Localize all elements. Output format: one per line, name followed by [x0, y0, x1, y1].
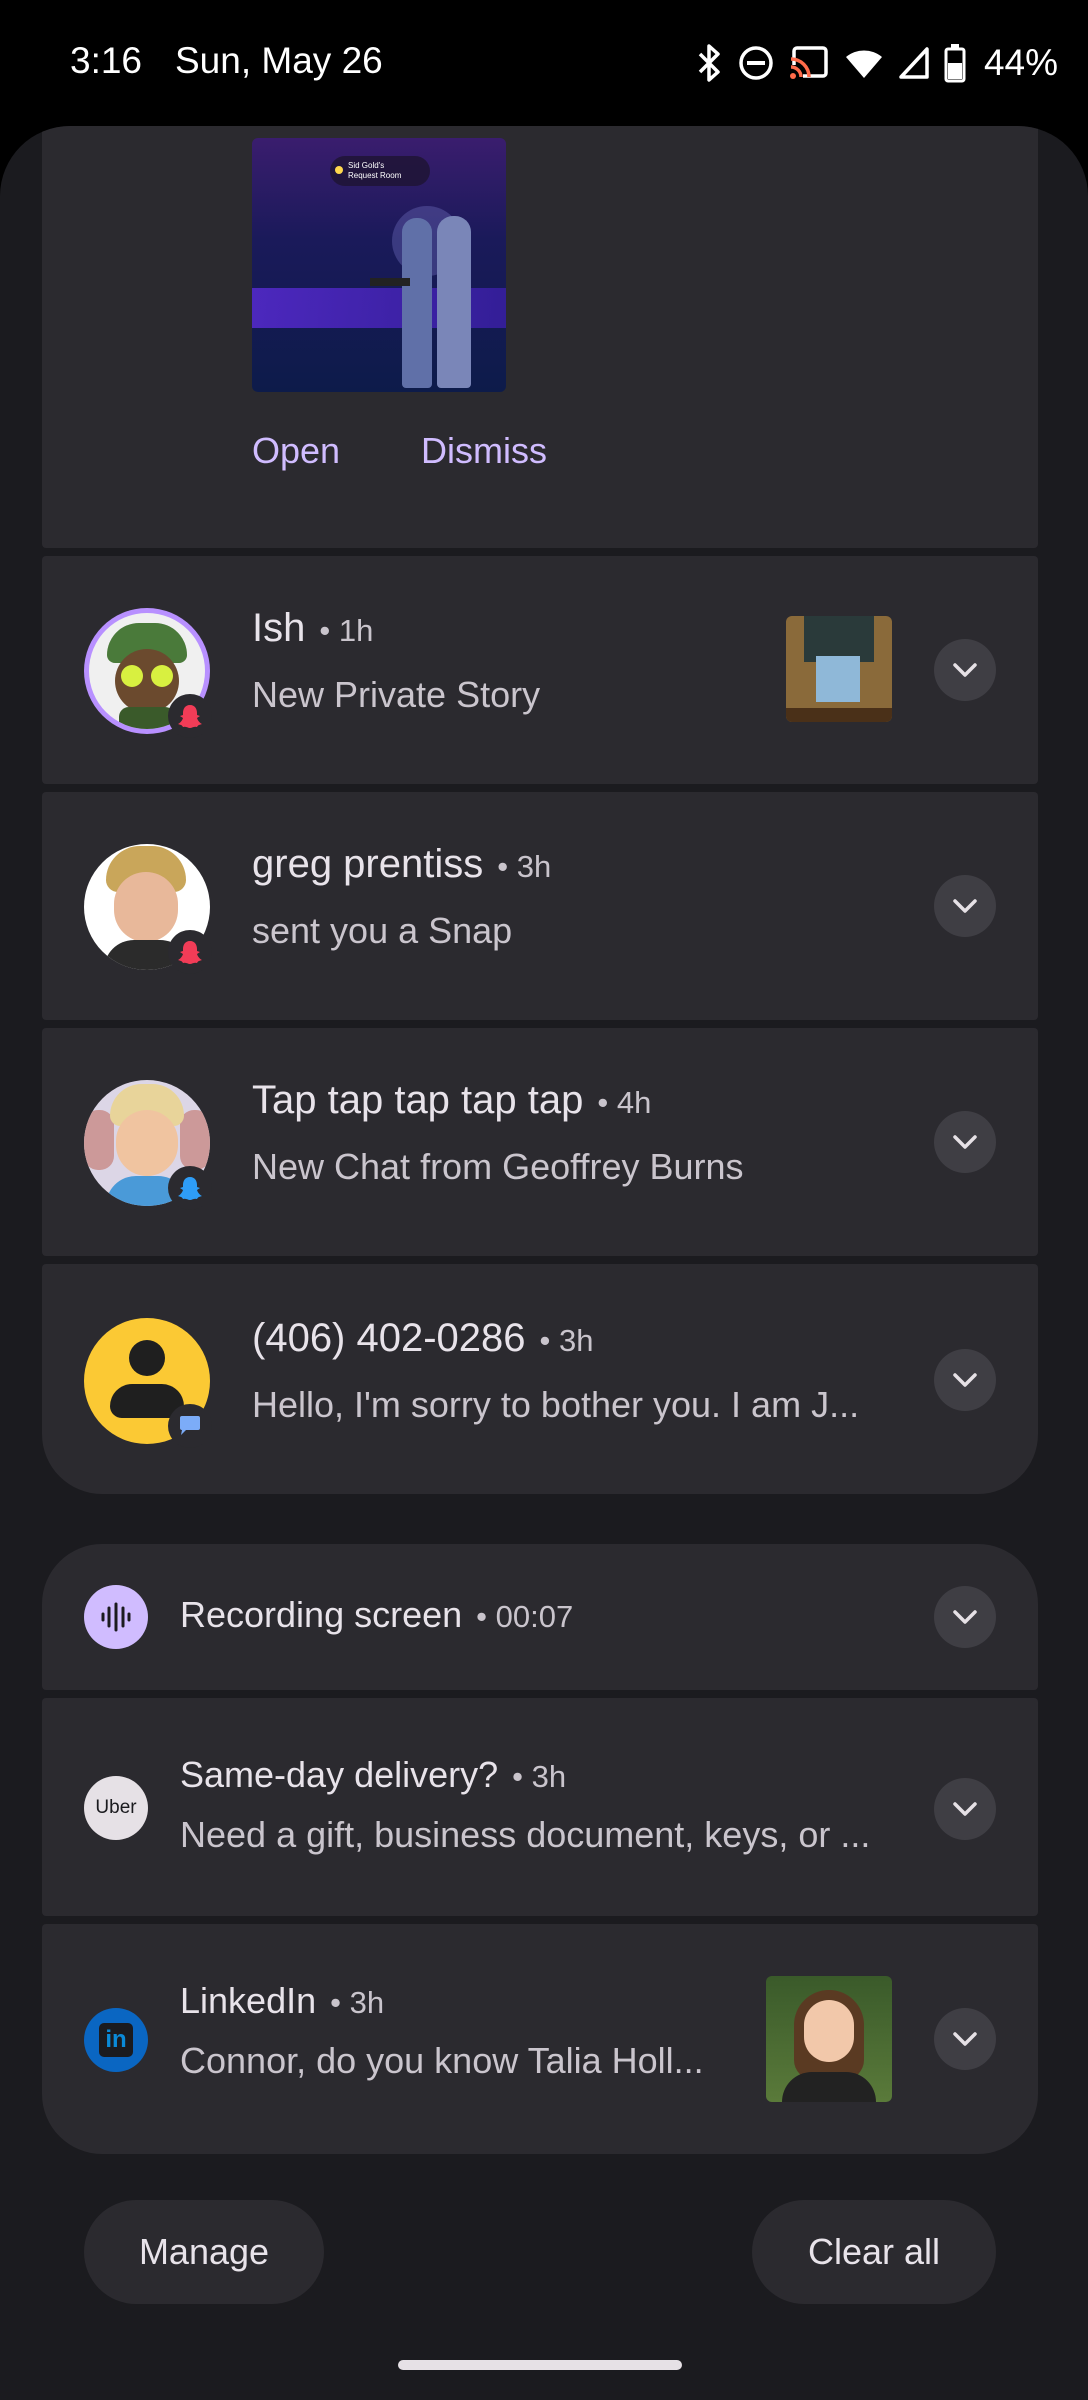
status-icons: 44%	[694, 38, 1058, 88]
notification-time: • 4h	[597, 1085, 652, 1120]
notification-body: Connor, do you know Talia Holl...	[180, 2040, 704, 2081]
notification-time: • 1h	[319, 613, 374, 648]
linkedin-logo-icon: in	[99, 2023, 133, 2057]
alerts-group: Recording screen • 00:07 Uber Same-day d…	[42, 1544, 1038, 2276]
notification-time: • 00:07	[476, 1599, 574, 1634]
do-not-disturb-icon	[738, 45, 774, 81]
notification-body: Need a gift, business document, keys, or…	[180, 1814, 871, 1855]
cell-signal-icon	[898, 46, 930, 80]
chevron-down-icon	[953, 663, 977, 677]
chevron-down-icon	[953, 1610, 977, 1624]
snap-preview-card[interactable]: Sid Gold's Request Room Open Dismiss	[42, 126, 1038, 548]
notification-body: New Chat from Geoffrey Burns	[252, 1146, 744, 1187]
expand-button[interactable]	[934, 2008, 996, 2070]
notification-title: Recording screen	[180, 1594, 463, 1635]
notification-title: (406) 402-0286	[252, 1316, 526, 1360]
notification-title: Ish	[252, 606, 306, 650]
chevron-down-icon	[953, 1135, 977, 1149]
notification-ish[interactable]: Ish • 1h New Private Story	[42, 556, 1038, 784]
image-caption: Sid Gold's Request Room	[330, 156, 430, 186]
title-row: LinkedIn • 3h	[180, 1980, 384, 2022]
gesture-nav-handle[interactable]	[398, 2360, 682, 2370]
title-row: Tap tap tap tap tap • 4h	[252, 1078, 651, 1123]
notification-body: sent you a Snap	[252, 910, 513, 951]
snap-preview-image[interactable]: Sid Gold's Request Room	[252, 138, 506, 392]
chevron-down-icon	[953, 1373, 977, 1387]
title-row: Ish • 1h	[252, 606, 373, 651]
notification-greg-prentiss[interactable]: greg prentiss • 3h sent you a Snap	[42, 792, 1038, 1020]
expand-button[interactable]	[934, 875, 996, 937]
notification-body: New Private Story	[252, 674, 541, 715]
caption-line-2: Request Room	[348, 171, 402, 180]
title-row: Recording screen • 00:07	[180, 1594, 573, 1636]
notification-title: LinkedIn	[180, 1980, 317, 2021]
messages-badge-icon	[168, 1404, 212, 1448]
clear-all-button[interactable]: Clear all	[752, 2200, 996, 2304]
caption-line-1: Sid Gold's	[348, 161, 385, 170]
snapchat-badge-icon	[168, 1166, 212, 1210]
snapchat-badge-icon	[168, 694, 212, 738]
title-row: (406) 402-0286 • 3h	[252, 1316, 594, 1361]
notification-recording-screen[interactable]: Recording screen • 00:07	[42, 1544, 1038, 1690]
notification-time: • 3h	[539, 1323, 594, 1358]
notification-body: Hello, I'm sorry to bother you. I am J..…	[252, 1384, 860, 1425]
notification-title: Tap tap tap tap tap	[252, 1078, 584, 1122]
battery-icon	[944, 43, 966, 83]
chevron-down-icon	[953, 1802, 977, 1816]
status-date: Sun, May 26	[175, 40, 383, 81]
uber-icon-text: Uber	[95, 1797, 137, 1818]
notification-time: • 3h	[330, 1985, 385, 2020]
expand-button[interactable]	[934, 639, 996, 701]
expand-button[interactable]	[934, 1111, 996, 1173]
notification-uber[interactable]: Uber Same-day delivery? • 3h Need a gift…	[42, 1698, 1038, 1916]
recorder-icon	[84, 1585, 148, 1649]
cast-icon	[788, 45, 830, 81]
person-figure-2	[437, 216, 471, 388]
chevron-down-icon	[953, 2032, 977, 2046]
title-row: greg prentiss • 3h	[252, 842, 551, 887]
wifi-icon	[844, 46, 884, 80]
expand-button[interactable]	[934, 1778, 996, 1840]
expand-button[interactable]	[934, 1586, 996, 1648]
profile-photo[interactable]	[766, 1976, 892, 2102]
bluetooth-icon	[694, 43, 724, 83]
notification-phone-message[interactable]: (406) 402-0286 • 3h Hello, I'm sorry to …	[42, 1264, 1038, 1494]
notification-tap-tap-chat[interactable]: Tap tap tap tap tap • 4h New Chat from G…	[42, 1028, 1038, 1256]
expand-button[interactable]	[934, 1349, 996, 1411]
linkedin-app-icon: in	[84, 2008, 148, 2072]
status-time: 3:16	[70, 40, 143, 81]
title-row: Same-day delivery? • 3h	[180, 1754, 566, 1796]
notification-linkedin[interactable]: in LinkedIn • 3h Connor, do you know Tal…	[42, 1924, 1038, 2154]
open-button[interactable]: Open	[252, 430, 340, 472]
battery-percent: 44%	[983, 42, 1058, 83]
dismiss-button[interactable]: Dismiss	[421, 430, 547, 472]
chevron-down-icon	[953, 899, 977, 913]
caption-dot	[335, 166, 343, 174]
music-stand	[370, 278, 410, 286]
notification-title: Same-day delivery?	[180, 1754, 499, 1795]
person-figure-1	[402, 218, 432, 388]
notification-title: greg prentiss	[252, 842, 484, 886]
conversation-group: Sid Gold's Request Room Open Dismiss Ish…	[42, 126, 1038, 1494]
notification-shade: Sid Gold's Request Room Open Dismiss Ish…	[0, 126, 1088, 2400]
status-bar: 3:16 Sun, May 26 44%	[0, 0, 1088, 126]
notification-time: • 3h	[512, 1759, 567, 1794]
snapchat-badge-icon	[168, 930, 212, 974]
uber-app-icon: Uber	[84, 1776, 148, 1840]
story-thumbnail[interactable]	[786, 616, 892, 722]
manage-button[interactable]: Manage	[84, 2200, 324, 2304]
notification-time: • 3h	[497, 849, 552, 884]
